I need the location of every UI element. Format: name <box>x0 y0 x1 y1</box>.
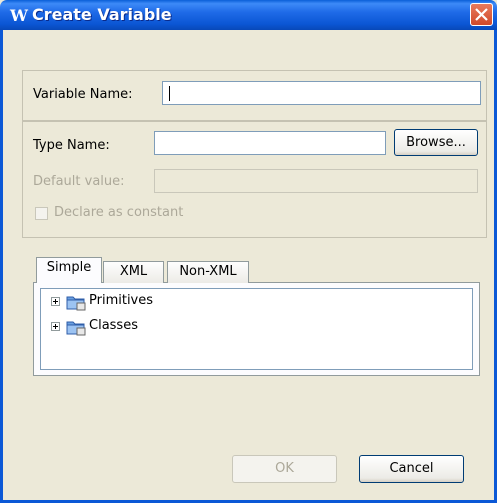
default-value-input[interactable] <box>154 169 478 193</box>
type-tree[interactable]: Primitives Classes <box>40 288 473 370</box>
close-button[interactable] <box>470 3 493 26</box>
cancel-button[interactable]: Cancel <box>359 455 464 483</box>
tree-item-label: Primitives <box>89 293 154 308</box>
window-title: Create Variable <box>32 5 172 24</box>
window-frame-left <box>0 30 3 503</box>
close-icon <box>475 8 488 21</box>
app-logo-icon: W <box>10 6 28 25</box>
text-caret <box>169 86 170 101</box>
declare-constant-checkbox[interactable] <box>35 207 48 220</box>
expand-icon[interactable] <box>51 322 60 331</box>
browse-button[interactable]: Browse... <box>394 129 478 156</box>
variable-name-label: Variable Name: <box>33 87 133 102</box>
ok-button[interactable]: OK <box>232 455 337 483</box>
tab-non-xml[interactable]: Non-XML <box>167 261 249 283</box>
type-name-input[interactable] <box>154 131 386 155</box>
title-bar[interactable]: W Create Variable <box>0 0 497 30</box>
default-value-label: Default value: <box>33 174 125 189</box>
folder-package-icon <box>66 321 86 336</box>
variable-name-input[interactable] <box>162 81 481 105</box>
declare-constant-label: Declare as constant <box>54 205 184 220</box>
expand-icon[interactable] <box>51 297 60 306</box>
folder-package-icon <box>66 296 86 311</box>
tab-xml[interactable]: XML <box>103 261 164 283</box>
type-name-label: Type Name: <box>33 138 110 153</box>
tab-simple[interactable]: Simple <box>36 257 102 283</box>
tree-item-label: Classes <box>89 318 138 333</box>
